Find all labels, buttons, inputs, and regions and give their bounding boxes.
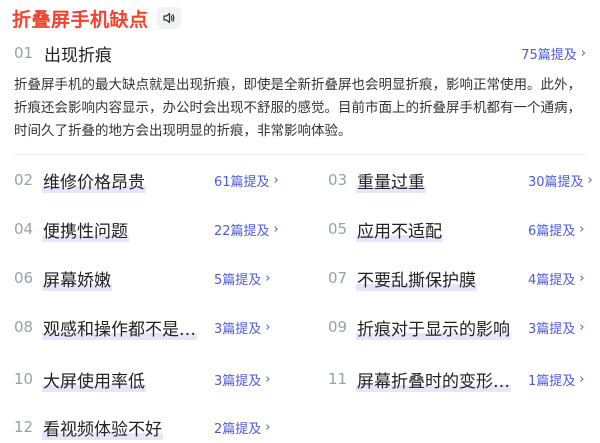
chevron-right-icon: › xyxy=(587,172,593,188)
item-title-text: 应用不适配 xyxy=(356,221,443,242)
mentions-count: 6篇提及 xyxy=(528,223,576,239)
item-title-text: 维修价格昂贵 xyxy=(42,172,146,193)
mentions-count: 75篇提及 xyxy=(521,47,577,63)
list-item[interactable]: 07 不要乱撕保护膜 4篇提及 › xyxy=(328,265,584,291)
mentions-count: 4篇提及 xyxy=(528,272,576,288)
item-number: 04 xyxy=(14,220,34,238)
divider xyxy=(14,154,586,155)
item-title: 折痕对于显示的影响 xyxy=(356,315,524,340)
chevron-right-icon: › xyxy=(579,371,585,387)
mentions-link[interactable]: 2篇提及 › xyxy=(214,418,270,437)
mentions-link[interactable]: 3篇提及 › xyxy=(214,370,270,389)
mentions-link[interactable]: 30篇提及 › xyxy=(528,171,593,190)
chevron-right-icon: › xyxy=(265,419,271,435)
mentions-link[interactable]: 1篇提及 › xyxy=(528,370,584,389)
item-number: 10 xyxy=(14,370,34,388)
item-number: 08 xyxy=(14,318,34,336)
mentions-count: 3篇提及 xyxy=(214,321,262,337)
item-number: 11 xyxy=(328,370,348,388)
mentions-count: 22篇提及 xyxy=(214,223,270,239)
mentions-count: 30篇提及 xyxy=(528,174,584,190)
mentions-link[interactable]: 6篇提及 › xyxy=(528,220,584,239)
mentions-count: 2篇提及 xyxy=(214,421,262,437)
item-title-text: 大屏使用率低 xyxy=(42,371,146,392)
item-title: 大屏使用率低 xyxy=(42,367,210,392)
list-item[interactable]: 06 屏幕娇嫩 5篇提及 › xyxy=(14,265,270,291)
item-number: 07 xyxy=(328,269,348,287)
list-item[interactable]: 12 看视频体验不好 2篇提及 › xyxy=(14,414,270,440)
mentions-count: 61篇提及 xyxy=(214,174,270,190)
mentions-count: 1篇提及 xyxy=(528,373,576,389)
chevron-right-icon: › xyxy=(580,45,586,61)
list-item[interactable]: 09 折痕对于显示的影响 3篇提及 › xyxy=(328,314,584,340)
speaker-icon xyxy=(162,12,174,24)
item-number: 03 xyxy=(328,171,348,189)
item-number: 12 xyxy=(14,418,34,436)
chevron-right-icon: › xyxy=(265,319,271,335)
page-title: 折叠屏手机缺点 xyxy=(12,8,149,31)
item-title: 看视频体验不好 xyxy=(42,415,210,440)
featured-row[interactable]: 01 出现折痕 75篇提及 › xyxy=(14,40,586,66)
mentions-link[interactable]: 61篇提及 › xyxy=(214,171,279,190)
list-item[interactable]: 08 观感和操作都不是… 3篇提及 › xyxy=(14,314,270,340)
item-title: 观感和操作都不是… xyxy=(42,315,210,340)
item-title: 便携性问题 xyxy=(42,217,210,242)
item-title-text: 折痕对于显示的影响 xyxy=(356,319,511,340)
item-title: 屏幕娇嫩 xyxy=(42,266,210,291)
list-item[interactable]: 05 应用不适配 6篇提及 › xyxy=(328,216,584,242)
header: 折叠屏手机缺点 xyxy=(12,5,181,31)
chevron-right-icon: › xyxy=(579,270,585,286)
item-title-text: 看视频体验不好 xyxy=(42,419,163,440)
mentions-link[interactable]: 3篇提及 › xyxy=(214,318,270,337)
item-title: 出现折痕 xyxy=(44,45,112,66)
chevron-right-icon: › xyxy=(273,172,279,188)
chevron-right-icon: › xyxy=(579,221,585,237)
list-item[interactable]: 04 便携性问题 22篇提及 › xyxy=(14,216,279,242)
item-title-text: 观感和操作都不是… xyxy=(42,319,197,340)
item-title: 重量过重 xyxy=(356,168,524,193)
item-title: 维修价格昂贵 xyxy=(42,168,210,193)
item-title: 应用不适配 xyxy=(356,217,524,242)
item-number: 02 xyxy=(14,171,34,189)
mentions-link[interactable]: 3篇提及 › xyxy=(528,318,584,337)
mentions-count: 5篇提及 xyxy=(214,272,262,288)
chevron-right-icon: › xyxy=(265,371,271,387)
chevron-right-icon: › xyxy=(579,319,585,335)
item-number: 01 xyxy=(14,44,34,62)
list-item[interactable]: 03 重量过重 30篇提及 › xyxy=(328,167,593,193)
mentions-link[interactable]: 4篇提及 › xyxy=(528,269,584,288)
mentions-count: 3篇提及 xyxy=(528,321,576,337)
item-title-text: 便携性问题 xyxy=(42,221,129,242)
list-item[interactable]: 11 屏幕折叠时的变形… 1篇提及 › xyxy=(328,366,584,392)
item-title-text: 屏幕折叠时的变形… xyxy=(356,371,511,392)
chevron-right-icon: › xyxy=(265,270,271,286)
mentions-link[interactable]: 5篇提及 › xyxy=(214,269,270,288)
mentions-link[interactable]: 75篇提及 › xyxy=(521,44,586,63)
list-item[interactable]: 10 大屏使用率低 3篇提及 › xyxy=(14,366,270,392)
item-title: 屏幕折叠时的变形… xyxy=(356,367,524,392)
sound-button[interactable] xyxy=(156,7,181,29)
item-title-text: 屏幕娇嫩 xyxy=(42,270,112,291)
item-number: 05 xyxy=(328,220,348,238)
item-title-text: 重量过重 xyxy=(356,172,426,193)
chevron-right-icon: › xyxy=(273,221,279,237)
item-number: 06 xyxy=(14,269,34,287)
item-title-text: 不要乱撕保护膜 xyxy=(356,270,477,291)
item-number: 09 xyxy=(328,318,348,336)
list-item[interactable]: 02 维修价格昂贵 61篇提及 › xyxy=(14,167,279,193)
mentions-link[interactable]: 22篇提及 › xyxy=(214,220,279,239)
item-title: 不要乱撕保护膜 xyxy=(356,266,524,291)
item-description: 折叠屏手机的最大缺点就是出现折痕，即使是全新折叠屏也会明显折痕，影响正常使用。此… xyxy=(14,77,581,139)
mentions-count: 3篇提及 xyxy=(214,373,262,389)
